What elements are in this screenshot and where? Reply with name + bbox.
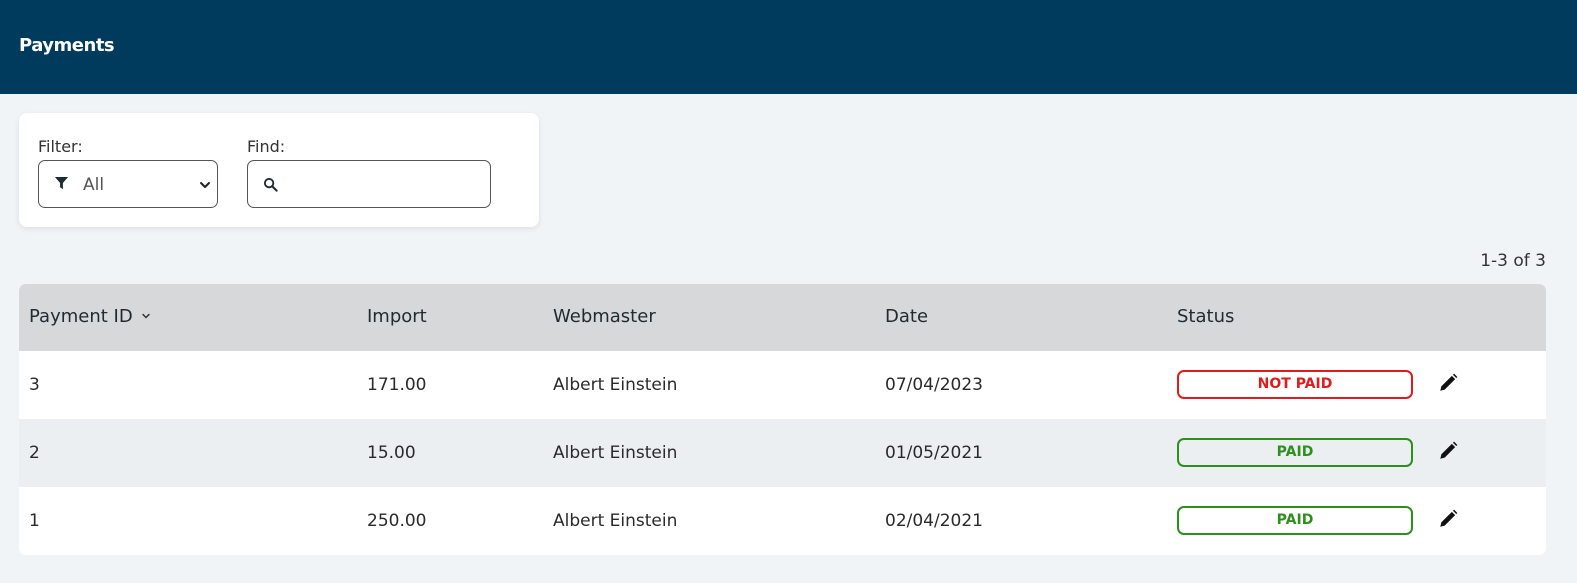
webmaster-cell: Albert Einstein: [553, 511, 678, 531]
column-header-payment-id[interactable]: Payment ID: [29, 306, 152, 327]
column-header-status[interactable]: Status: [1177, 306, 1234, 327]
pencil-icon[interactable]: [1437, 440, 1459, 462]
payment-id-cell: 3: [29, 375, 40, 395]
column-header-import[interactable]: Import: [367, 306, 427, 327]
pagination-info: 1-3 of 3: [1480, 251, 1546, 271]
pencil-icon[interactable]: [1437, 372, 1459, 394]
payment-id-cell: 1: [29, 511, 40, 531]
table-row: 2 15.00 Albert Einstein 01/05/2021 PAID: [19, 419, 1546, 487]
status-badge: PAID: [1177, 438, 1413, 467]
column-header-webmaster[interactable]: Webmaster: [553, 306, 656, 327]
column-header-label: Payment ID: [29, 306, 133, 327]
payments-table: Payment ID Import Webmaster Date Status …: [19, 284, 1546, 555]
date-cell: 07/04/2023: [885, 375, 983, 395]
date-cell: 02/04/2021: [885, 511, 983, 531]
filter-label: Filter:: [38, 137, 83, 156]
table-row: 1 250.00 Albert Einstein 02/04/2021 PAID: [19, 487, 1546, 555]
import-cell: 250.00: [367, 511, 427, 531]
status-badge: NOT PAID: [1177, 370, 1413, 399]
column-header-date[interactable]: Date: [885, 306, 928, 327]
status-badge: PAID: [1177, 506, 1413, 535]
table-header: Payment ID Import Webmaster Date Status: [19, 284, 1546, 351]
import-cell: 15.00: [367, 443, 416, 463]
import-cell: 171.00: [367, 375, 427, 395]
search-icon: [263, 177, 278, 192]
pencil-icon[interactable]: [1437, 508, 1459, 530]
chevron-down-icon: [142, 313, 151, 319]
date-cell: 01/05/2021: [885, 443, 983, 463]
webmaster-cell: Albert Einstein: [553, 443, 678, 463]
payment-id-cell: 2: [29, 443, 40, 463]
top-bar: Payments: [0, 0, 1577, 94]
table-row: 3 171.00 Albert Einstein 07/04/2023 NOT …: [19, 351, 1546, 419]
find-input[interactable]: [288, 169, 484, 199]
chevron-down-icon: [200, 182, 210, 188]
find-label: Find:: [247, 137, 286, 156]
webmaster-cell: Albert Einstein: [553, 375, 678, 395]
find-field[interactable]: [247, 160, 491, 208]
page-title: Payments: [19, 35, 115, 56]
filter-select[interactable]: All: [38, 160, 218, 208]
filter-select-value: All: [83, 175, 105, 195]
funnel-icon: [54, 176, 69, 190]
filter-panel: Filter: All Find:: [19, 113, 539, 227]
